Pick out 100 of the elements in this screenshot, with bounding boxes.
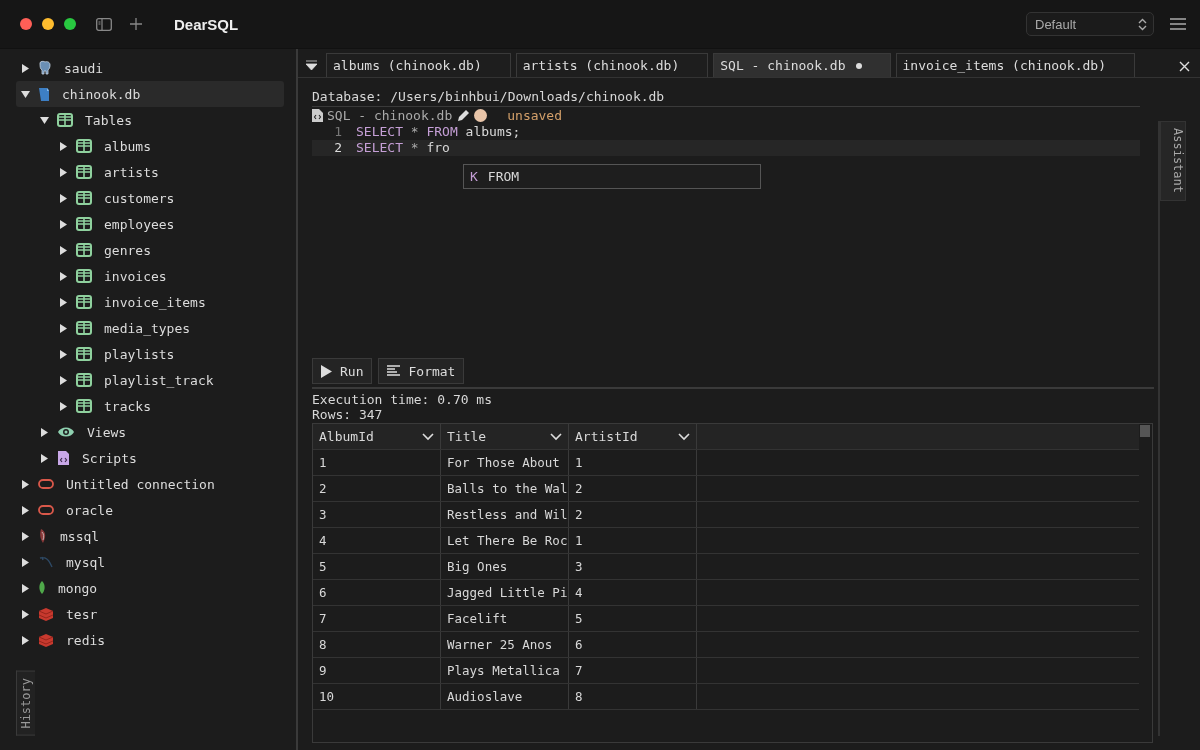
tree-item[interactable]: invoice_items <box>54 289 284 315</box>
table-cell: Restless and Wil <box>441 502 569 527</box>
chevron-down-icon[interactable] <box>678 432 690 441</box>
column-header[interactable]: ArtistId <box>569 424 697 449</box>
caret-right-icon[interactable] <box>20 531 30 541</box>
table-icon <box>76 139 92 153</box>
minimize-button[interactable] <box>42 18 54 30</box>
dropdown-icon[interactable] <box>306 60 317 71</box>
tree-item[interactable]: Views <box>35 419 284 445</box>
caret-right-icon[interactable] <box>58 297 68 307</box>
profile-dropdown[interactable]: Default <box>1026 12 1154 36</box>
caret-right-icon[interactable] <box>20 63 30 73</box>
caret-right-icon[interactable] <box>39 427 49 437</box>
status-dot <box>474 109 488 122</box>
table-cell: Jagged Little Pi <box>441 580 569 605</box>
tree-item[interactable]: customers <box>54 185 284 211</box>
tree-item[interactable]: artists <box>54 159 284 185</box>
table-cell: 6 <box>313 580 441 605</box>
table-icon <box>76 165 92 179</box>
tree-item[interactable]: genres <box>54 237 284 263</box>
menu-icon[interactable] <box>1170 18 1186 30</box>
format-button[interactable]: Format <box>378 358 465 384</box>
run-button[interactable]: Run <box>312 358 373 384</box>
caret-right-icon[interactable] <box>58 375 68 385</box>
tree-item[interactable]: playlist_track <box>54 367 284 393</box>
table-cell: 2 <box>569 476 697 501</box>
chevron-down-icon[interactable] <box>422 432 434 441</box>
caret-right-icon[interactable] <box>58 271 68 281</box>
caret-right-icon[interactable] <box>39 453 49 463</box>
code-file-icon <box>57 450 70 466</box>
tab[interactable]: artists (chinook.db) <box>515 53 709 77</box>
tree-item[interactable]: tracks <box>54 393 284 419</box>
table-cell: 1 <box>569 528 697 553</box>
caret-right-icon[interactable] <box>58 219 68 229</box>
tab[interactable]: albums (chinook.db) <box>326 53 511 77</box>
tree-item[interactable]: oracle <box>16 497 284 523</box>
tree-item[interactable]: Untitled connection <box>16 471 284 497</box>
tree-item[interactable]: mysql <box>16 549 284 575</box>
tree-item[interactable]: media_types <box>54 315 284 341</box>
tree-item[interactable]: Tables <box>35 107 284 133</box>
caret-right-icon[interactable] <box>20 609 30 619</box>
tree-item[interactable]: mongo <box>16 575 284 601</box>
caret-right-icon[interactable] <box>58 193 68 203</box>
table-cell: 10 <box>313 684 441 709</box>
caret-right-icon[interactable] <box>20 583 30 593</box>
scrollbar-thumb[interactable] <box>1140 425 1150 437</box>
table-cell: 6 <box>569 632 697 657</box>
pencil-icon[interactable] <box>456 108 471 123</box>
caret-right-icon[interactable] <box>20 479 30 489</box>
caret-down-icon[interactable] <box>39 115 49 125</box>
caret-right-icon[interactable] <box>58 167 68 177</box>
status-label: unsaved <box>507 107 563 124</box>
table-cell: 2 <box>569 502 697 527</box>
tree-item[interactable]: playlists <box>54 341 284 367</box>
sidebar-toggle-icon[interactable] <box>96 17 112 31</box>
cube-stack-icon <box>38 607 54 621</box>
tab[interactable]: SQL - chinook.db <box>713 53 891 77</box>
caret-right-icon[interactable] <box>58 401 68 411</box>
tree-item[interactable]: invoices <box>54 263 284 289</box>
caret-right-icon[interactable] <box>58 245 68 255</box>
tree-item[interactable]: tesr <box>16 601 284 627</box>
tree-item[interactable]: redis <box>16 627 284 653</box>
tree-item[interactable]: employees <box>54 211 284 237</box>
tree-item[interactable]: albums <box>54 133 284 159</box>
table-cell: 1 <box>313 450 441 475</box>
caret-right-icon[interactable] <box>58 323 68 333</box>
caret-right-icon[interactable] <box>58 349 68 359</box>
row-count: Rows: 347 <box>312 407 384 422</box>
column-header[interactable]: AlbumId <box>313 424 441 449</box>
tree-item[interactable]: Scripts <box>35 445 284 471</box>
ring-icon <box>38 505 54 515</box>
table-cell: For Those About <box>441 450 569 475</box>
history-tab[interactable]: History <box>16 671 35 736</box>
file-icon <box>38 86 50 102</box>
column-header[interactable]: Title <box>441 424 569 449</box>
caret-right-icon[interactable] <box>58 141 68 151</box>
caret-down-icon[interactable] <box>20 89 30 99</box>
tab[interactable]: invoice_items (chinook.db) <box>895 53 1135 77</box>
caret-right-icon[interactable] <box>20 557 30 567</box>
table-icon <box>76 269 92 283</box>
ring-icon <box>38 479 54 489</box>
close-icon[interactable] <box>1179 61 1190 72</box>
line-number: 1 <box>333 124 343 140</box>
execution-time: Execution time: 0.70 ms <box>312 392 493 407</box>
autocomplete-item[interactable]: K FROM <box>463 164 761 189</box>
caret-right-icon[interactable] <box>20 505 30 515</box>
table-cell: Plays Metallica <box>441 658 569 683</box>
plus-icon[interactable] <box>130 18 142 30</box>
code-line: SELECT * fro <box>356 140 450 156</box>
assistant-tab[interactable]: Assistant <box>1160 121 1186 201</box>
tree-item[interactable]: mssql <box>16 523 284 549</box>
zoom-button[interactable] <box>64 18 76 30</box>
eye-icon <box>57 425 75 439</box>
tree-item[interactable]: chinook.db <box>16 81 284 107</box>
table-icon <box>76 399 92 413</box>
tree-item[interactable]: saudi <box>16 55 284 81</box>
table-cell: 3 <box>313 502 441 527</box>
caret-right-icon[interactable] <box>20 635 30 645</box>
close-button[interactable] <box>20 18 32 30</box>
chevron-down-icon[interactable] <box>550 432 562 441</box>
